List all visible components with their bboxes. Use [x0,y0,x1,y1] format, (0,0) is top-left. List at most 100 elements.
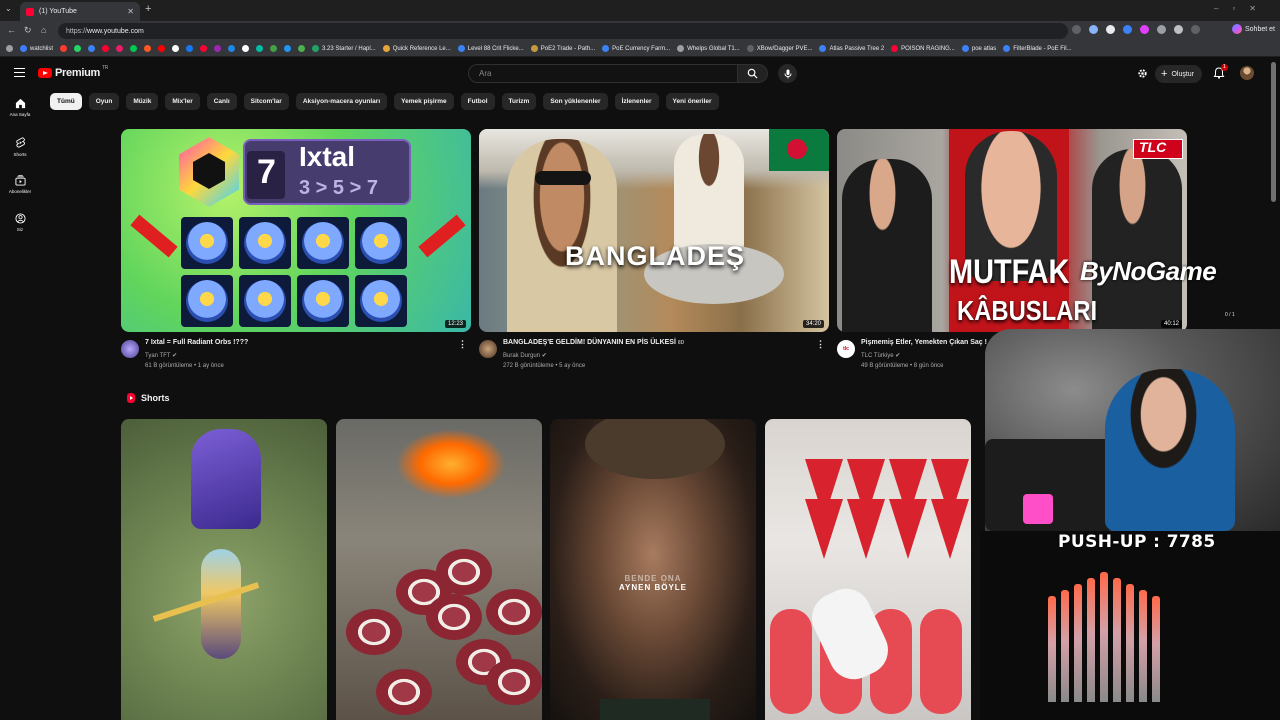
rail-item-shorts[interactable]: Shorts [0,137,40,157]
bookmark-item[interactable]: PoE Currency Farm... [602,45,670,52]
chip-filter[interactable]: Oyun [88,93,120,110]
bookmark-icon-only[interactable] [172,45,180,52]
short-card[interactable] [121,419,327,720]
bookmark-item[interactable]: PoE2 Trade - Path... [530,45,595,52]
chip-filter[interactable]: Futbol [460,93,495,110]
menu-hamburger-icon[interactable] [14,68,25,77]
channel-avatar[interactable] [479,340,497,358]
bookmark-icon-only[interactable] [116,45,124,52]
chip-filter[interactable]: Mix'ler [165,93,200,110]
account-avatar[interactable] [1240,66,1254,80]
more-options-icon[interactable]: ⋮ [816,339,825,350]
bookmark-icon-only[interactable] [228,45,236,52]
bookmark-item[interactable]: Atlas Passive Tree 2 [819,45,884,52]
vendor [674,134,744,254]
video-thumbnail[interactable]: 7 Ixtal 3 > 5 > 7 12:23 [121,129,471,332]
chip-filter[interactable]: Yemek pişirme [394,93,454,110]
bookmark-item[interactable]: Whelps Global T1... [677,45,740,52]
chip-filter[interactable]: Son yüklenenler [543,93,608,110]
address-bar[interactable]: https://www.youtube.com [58,23,1068,39]
bookmark-icon-only[interactable] [130,45,138,52]
video-thumbnail[interactable]: TLC MUTFAK KÂBUSLARI 40:12 [837,129,1187,332]
home-nav-icon[interactable]: ⌂ [41,25,46,35]
bookmark-item[interactable]: 3.23 Starter / Hapl... [312,45,376,52]
bookmark-icon-only[interactable] [186,45,194,52]
back-icon[interactable]: ← [7,25,16,35]
bookmark-item[interactable]: watchlist [20,45,53,52]
channel-avatar[interactable] [121,340,139,358]
rail-item-home[interactable]: Ana Sayfa [0,98,40,117]
tab-search-icon[interactable]: ⌄ [5,4,12,13]
video-card[interactable]: 7 Ixtal 3 > 5 > 7 12:23 7 Ixtal = Full R… [121,129,471,379]
bookmark-item[interactable]: Quick Reference Le... [382,45,451,52]
extension-pink-icon[interactable] [1140,25,1149,34]
rail-item-you[interactable]: Siz [0,213,40,232]
bookmark-icon-only[interactable] [256,45,264,52]
channel-name[interactable]: Tyan TFT ✔ [145,352,177,359]
short-card[interactable]: BENDE ONA AYNEN BÖYLE [550,419,756,720]
push-up-counter: PUSH-UP : 7785 [1058,532,1216,552]
bookmark-item[interactable]: FilterBlade - PoE Fil... [1003,45,1072,52]
search-button[interactable] [738,64,768,83]
chat-button[interactable]: Sohbet et [1232,24,1275,34]
chip-filter[interactable]: Canlı [206,93,237,110]
bookmark-icon-only[interactable] [200,45,208,52]
new-tab-button[interactable]: + [145,3,151,15]
bookmark-icon-only[interactable] [144,45,152,52]
bookmark-icon-only[interactable] [214,45,222,52]
bookmark-item[interactable]: POISON RAGING... [891,45,955,52]
reload-icon[interactable]: ↻ [24,25,32,36]
bookmark-icon-only[interactable] [270,45,278,52]
bookmark-icon-only[interactable] [60,45,68,52]
page-scrollbar[interactable] [1271,62,1276,202]
short-caption-bottom: AYNEN BÖYLE [618,583,688,592]
bookmark-item[interactable]: Level 88 Crit Flicke... [457,45,524,52]
youtube-premium-logo[interactable]: Premium TR [38,65,108,79]
channel-avatar[interactable]: tlc [837,340,855,358]
chip-filter[interactable]: Aksiyon-macera oyunları [295,93,388,110]
bookmark-icon-only[interactable] [284,45,292,52]
channel-name[interactable]: Burak Durgun ✔ [503,352,547,359]
profile-icon[interactable] [1174,25,1183,34]
bookmark-icon-only[interactable] [158,45,166,52]
rail-item-subscriptions[interactable]: Abonelikler [0,175,40,194]
browser-tab-youtube[interactable]: (1) YouTube ✕ [20,2,140,21]
chip-filter[interactable]: Turizm [501,93,537,110]
apps-grid-icon[interactable] [6,45,13,52]
create-button[interactable]: + Oluştur [1155,65,1202,83]
bookmark-item[interactable]: poe atlas [961,45,996,52]
bookmark-icon-only[interactable] [242,45,250,52]
extension-gear-icon[interactable] [1137,68,1148,79]
radiant-orb-icon [297,275,349,327]
short-card[interactable] [765,419,971,720]
chip-filter[interactable]: Müzik [126,93,159,110]
install-icon[interactable] [1072,25,1081,34]
video-card[interactable]: BANGLADEŞ 34:20 BANGLADEŞ'E GELDİM! DÜNY… [479,129,829,379]
extensions-puzzle-icon[interactable] [1157,25,1166,34]
video-thumbnail[interactable]: BANGLADEŞ 34:20 [479,129,829,332]
bookmark-item[interactable]: XBow/Dagger PVE... [746,45,812,52]
window-controls[interactable]: –▫✕ [1214,4,1270,13]
more-options-icon[interactable]: ⋮ [458,339,467,350]
close-tab-icon[interactable]: ✕ [127,7,134,16]
bookmark-star-icon[interactable] [1089,25,1098,34]
chip-filter[interactable]: Sitcom'lar [243,93,289,110]
extension-diamond-icon[interactable] [1106,25,1115,34]
candle [1061,590,1069,702]
bookmark-icon-only[interactable] [102,45,110,52]
video-title[interactable]: 7 Ixtal = Full Radiant Orbs !??? [145,339,248,346]
chip-filter[interactable]: Tümü [50,93,82,110]
chip-filter[interactable]: Yeni öneriler [665,93,719,110]
menu-icon[interactable] [1191,25,1200,34]
bookmark-icon-only[interactable] [74,45,82,52]
short-card[interactable] [336,419,542,720]
channel-name[interactable]: TLC Türkiye ✔ [861,352,900,359]
video-title[interactable]: Pişmemiş Etler, Yemekten Çıkan Saç ! [861,339,987,346]
voice-search-button[interactable] [778,64,797,83]
chip-filter[interactable]: İzlenenler [614,93,659,110]
search-input[interactable]: Ara [468,64,738,83]
bookmark-icon-only[interactable] [88,45,96,52]
extension-blue-icon[interactable] [1123,25,1132,34]
bookmark-icon-only[interactable] [298,45,306,52]
video-title[interactable]: BANGLADEŞ'E GELDİM! DÜNYANIN EN PİS ÜLKE… [503,339,684,346]
